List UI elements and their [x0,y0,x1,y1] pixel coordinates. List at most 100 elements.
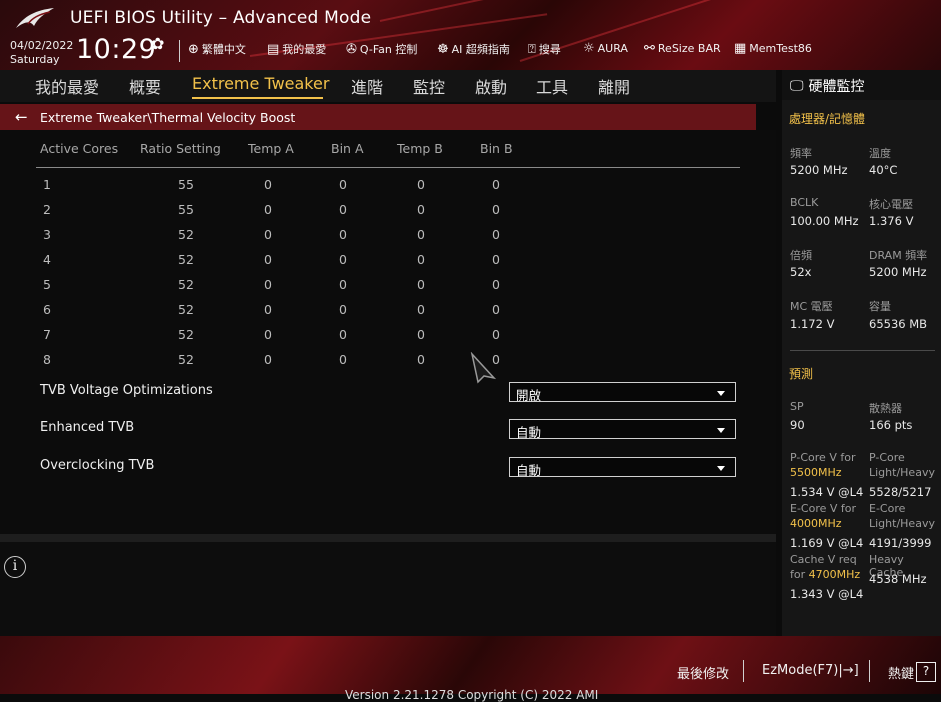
column-header: Bin B [480,141,513,156]
hardware-monitor-title: 🖵 硬體監控 [790,76,865,96]
table-cell: 3 [43,227,51,242]
cooler-value: 166 pts [869,418,913,432]
rog-logo-icon [16,8,54,28]
overclocking-tvb-select[interactable]: 自動 [509,457,736,478]
memtest-label: MemTest86 [749,42,812,55]
aura-button[interactable]: ☼ AURA [583,41,628,56]
bclk-value: 100.00 MHz [790,214,859,228]
table-cell: 0 [264,327,272,342]
table-cell: 0 [339,352,347,367]
table-cell: 0 [264,302,272,317]
dram-freq-value: 5200 MHz [869,265,927,279]
ezmode-button[interactable]: EzMode(F7)|→] [762,663,859,678]
enhanced-tvb-select[interactable]: 自動 [509,419,736,440]
active-tab-indicator [192,97,323,99]
core-voltage-value: 1.376 V [869,214,914,228]
ratio-label: 倍頻 [790,249,812,262]
ratio-value: 52x [790,265,812,279]
resize-bar-label: ReSize BAR [657,42,721,55]
hotkeys-button[interactable]: 熱鍵 [888,663,914,682]
table-cell: 0 [264,252,272,267]
tab-boot[interactable]: 啟動 [475,74,507,98]
favorites-label: 我的最愛 [282,43,327,56]
memtest-button[interactable]: ▦ MemTest86 [734,41,812,56]
ecore-v-freq: 4000MHz [790,517,842,530]
table-cell: 52 [178,302,194,317]
pcore-v-label: P-Core V for [790,451,856,464]
help-divider [0,534,776,542]
last-modified-button[interactable]: 最後修改 [677,663,729,682]
memtest-icon: ▦ [734,41,747,56]
table-cell: 0 [492,302,500,317]
table-cell: 0 [492,202,500,217]
tab-tool[interactable]: 工具 [536,74,568,98]
clock-display: 10:29 [76,34,157,65]
qfan-button[interactable]: ✇ Q-Fan 控制 [346,41,417,57]
chevron-down-icon [717,391,725,396]
app-title: UEFI BIOS Utility – Advanced Mode [70,8,372,28]
language-button[interactable]: ⊕ 繁體中文 [188,41,246,57]
divider [869,660,870,682]
table-cell: 0 [339,227,347,242]
column-header: Ratio Setting [140,141,221,156]
freq-label: 頻率 [790,147,812,160]
enhanced-tvb-label: Enhanced TVB [40,420,135,435]
table-cell: 0 [417,277,425,292]
table-cell: 0 [417,227,425,242]
column-header: Bin A [331,141,364,156]
help-panel [0,542,776,636]
ecore-lh-label-2: Light/Heavy [869,517,935,530]
column-header: Temp A [248,141,294,156]
core-voltage-label: 核心電壓 [869,198,913,211]
cpu-memory-section-title: 處理器/記憶體 [789,112,866,126]
ecore-lh-value: 4191/3999 [869,536,932,550]
table-cell: 0 [492,177,500,192]
breadcrumb-text: Extreme Tweaker\Thermal Velocity Boost [40,110,296,125]
table-cell: 52 [178,277,194,292]
day-display: Saturday [10,53,60,66]
mouse-pointer-icon [470,352,497,384]
temp-value: 40°C [869,163,898,177]
table-cell: 52 [178,327,194,342]
chevron-down-icon [717,428,725,433]
favorites-icon: ▤ [267,41,280,57]
tvb-voltage-opt-label: TVB Voltage Optimizations [40,383,213,398]
table-cell: 0 [339,202,347,217]
tab-overview[interactable]: 概要 [129,74,161,98]
language-label: 繁體中文 [201,43,246,56]
back-arrow-icon[interactable]: ← [15,108,28,126]
table-cell: 5 [43,277,51,292]
qfan-label: Q-Fan 控制 [359,43,418,56]
pcore-lh-label: P-Core [869,451,905,464]
table-cell: 0 [264,227,272,242]
favorites-button[interactable]: ▤ 我的最愛 [267,41,326,57]
table-cell: 0 [417,177,425,192]
tab-advanced[interactable]: 進階 [351,74,383,98]
freq-value: 5200 MHz [790,163,848,177]
version-text: Version 2.21.1278 Copyright (C) 2022 AMI [345,688,599,702]
table-cell: 0 [264,202,272,217]
tab-extreme-tweaker[interactable]: Extreme Tweaker [192,74,329,93]
tab-favorites[interactable]: 我的最愛 [35,74,99,98]
help-key-icon[interactable]: ? [916,662,936,682]
search-button[interactable]: ⍰ 搜尋 [528,41,561,57]
table-cell: 2 [43,202,51,217]
resize-bar-button[interactable]: ⚯ ReSize BAR [644,41,721,56]
temp-label: 溫度 [869,147,891,160]
tab-exit[interactable]: 離開 [598,74,630,98]
table-cell: 52 [178,252,194,267]
ai-oc-button[interactable]: ☸ AI 超頻指南 [437,41,510,57]
section-divider [790,350,935,351]
clock-settings-icon[interactable]: ✿ [151,34,164,53]
pcore-lh-label-2: Light/Heavy [869,466,935,479]
sp-label: SP [790,400,804,413]
tab-monitor[interactable]: 監控 [413,74,445,98]
tvb-voltage-opt-select[interactable]: 開啟 [509,382,736,403]
table-cell: 0 [339,302,347,317]
ecore-v-value: 1.169 V @L4 [790,536,864,550]
cache-v-for-text: for [790,568,806,581]
table-cell: 52 [178,352,194,367]
table-cell: 0 [339,177,347,192]
aura-icon: ☼ [583,41,595,56]
table-cell: 8 [43,352,51,367]
